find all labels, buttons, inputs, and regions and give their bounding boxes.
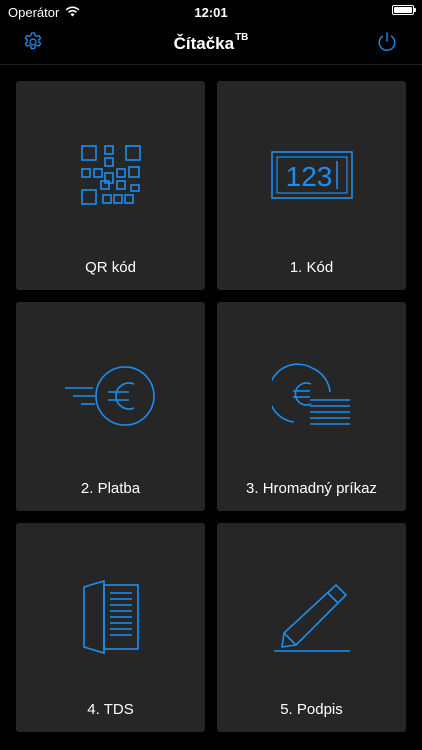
tile-label: 3. Hromadný príkaz: [246, 480, 377, 497]
qr-code-icon: [16, 139, 205, 211]
tile-label: QR kód: [85, 259, 136, 276]
power-icon: [376, 31, 398, 58]
battery-icon: [392, 5, 416, 15]
power-button[interactable]: [373, 30, 401, 58]
title-superscript: TB: [235, 32, 249, 43]
page-title: ČítačkaTB: [0, 32, 422, 54]
code-display-icon: 123: [217, 139, 406, 211]
euro-batch-icon: [217, 360, 406, 432]
tile-batch-order[interactable]: 3. Hromadný príkaz: [217, 302, 406, 511]
tile-qr-code[interactable]: QR kód: [16, 81, 205, 290]
code-display-text: 123: [285, 161, 332, 192]
status-right: [392, 5, 416, 15]
title-text: Čítačka: [173, 34, 235, 53]
pencil-signature-icon: [217, 581, 406, 653]
tile-label: 5. Podpis: [280, 701, 343, 718]
tile-signature[interactable]: 5. Podpis: [217, 523, 406, 732]
tile-label: 4. TDS: [87, 701, 134, 718]
document-icon: [16, 579, 205, 655]
euro-payment-icon: [16, 360, 205, 432]
status-bar: Operátor 12:01: [0, 0, 422, 24]
tile-payment[interactable]: 2. Platba: [16, 302, 205, 511]
tile-label: 2. Platba: [80, 480, 141, 497]
tile-label: 1. Kód: [289, 259, 334, 276]
nav-bar: ČítačkaTB: [0, 24, 422, 65]
tile-tds[interactable]: 4. TDS: [16, 523, 205, 732]
status-time: 12:01: [194, 5, 228, 20]
tile-code[interactable]: 123 1. Kód: [217, 81, 406, 290]
